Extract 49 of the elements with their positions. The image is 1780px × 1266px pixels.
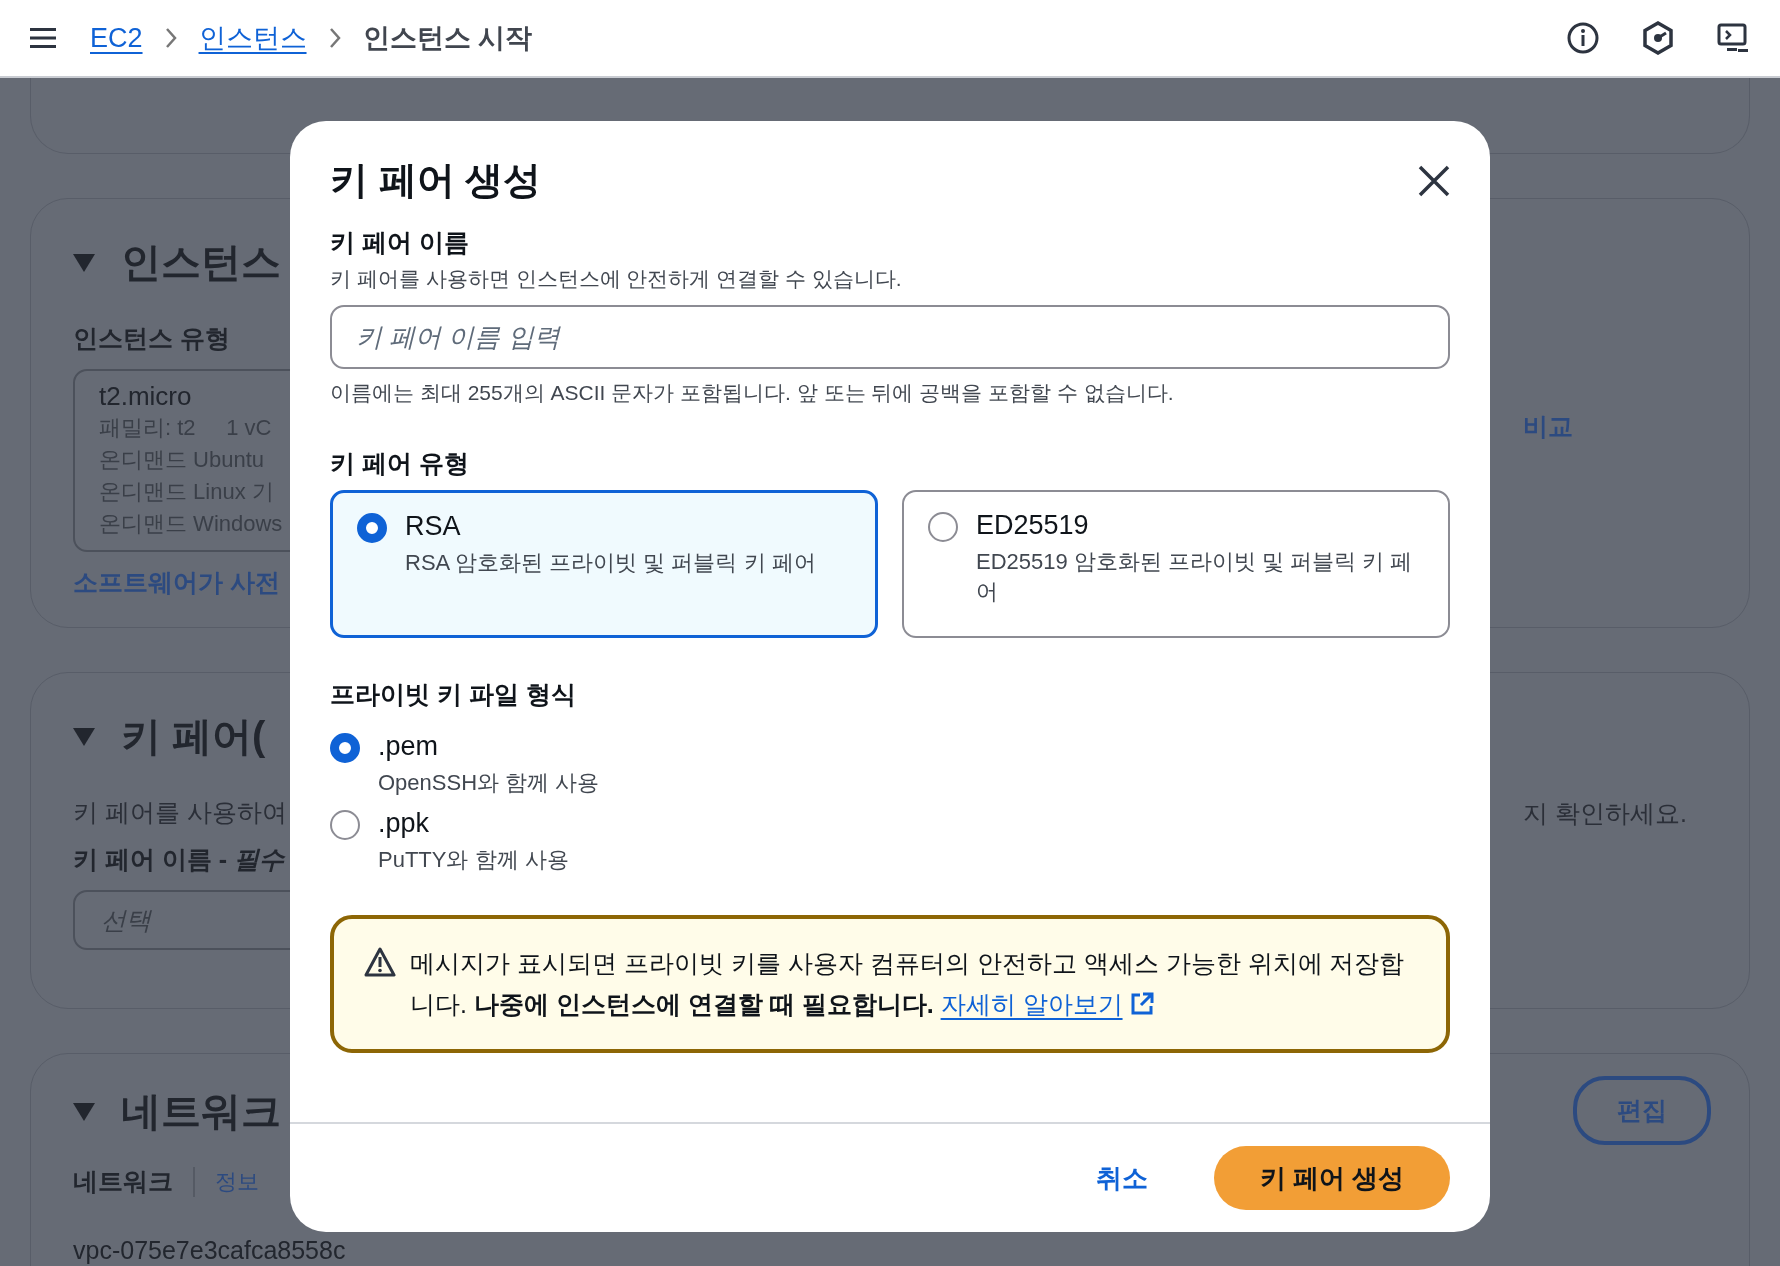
field-label: 키 페어 유형 [330, 448, 469, 479]
warning-message: 메시지가 표시되면 프라이빗 키를 사용자 컴퓨터의 안전하고 액세스 가능한 위치에 저장합니다. 나중에 인스턴스에 연결할 때 필요합니다. 자세히 알아보기 [410, 948, 1406, 1020]
close-icon[interactable] [1418, 164, 1450, 197]
radio-button[interactable] [330, 733, 360, 763]
key-type-option[interactable]: RSA RSA 암호화된 프라이빗 및 퍼블릭 키 페어 [330, 490, 878, 638]
option-label: ED25519 [976, 510, 1089, 541]
field-constraint: 이름에는 최대 255개의 ASCII 문자가 포함됩니다. 앞 또는 뒤에 공백을 포함할 수 없습니다. [330, 380, 1174, 406]
field-label: 키 페어 이름 - 필수 [73, 844, 285, 875]
field-description: 키 페어를 사용하면 인스턴스에 안전하게 연결할 수 있습니다. [330, 266, 902, 292]
chevron-right-icon [328, 27, 341, 49]
modal-title: 키 페어 생성 [330, 158, 542, 203]
key-type-option[interactable]: ED25519 ED25519 암호화된 프라이빗 및 퍼블릭 키 페어 [902, 490, 1450, 638]
option-label: .ppk [378, 808, 430, 839]
learn-more-link[interactable]: 자세히 알아보기 [940, 990, 1155, 1018]
radio-button[interactable] [928, 512, 958, 542]
cancel-button[interactable]: 취소 [1089, 1159, 1154, 1197]
warning-icon [364, 947, 396, 977]
chevron-right-icon [164, 27, 177, 49]
section-title: 키 페어( [121, 713, 266, 760]
option-description: OpenSSH와 함께 사용 [378, 769, 600, 797]
caret-down-icon[interactable] [73, 1102, 95, 1121]
caret-down-icon[interactable] [73, 253, 95, 272]
field-label: 키 페어 이름 [330, 227, 469, 258]
caret-down-icon[interactable] [73, 727, 95, 746]
hexagon-icon[interactable] [1642, 21, 1674, 55]
radio-button[interactable] [330, 810, 360, 840]
create-key-pair-button[interactable]: 키 페어 생성 [1213, 1146, 1450, 1210]
radio-button[interactable] [357, 513, 387, 543]
section-title: 인스턴스 [121, 239, 281, 286]
vpc-value: vpc-075e7e3cafca8558c [73, 1236, 346, 1264]
screen-icon[interactable] [1716, 21, 1750, 55]
breadcrumb-link[interactable]: EC2 [90, 22, 143, 54]
field-label: 인스턴스 유형 [73, 323, 230, 354]
key-pair-name-input[interactable]: 키 페어 이름 입력 [330, 305, 1450, 369]
section-title: 네트워크 [121, 1088, 281, 1135]
info-icon[interactable] [1566, 21, 1600, 55]
menu-icon[interactable] [30, 27, 56, 49]
field-label: 프라이빗 키 파일 형식 [330, 679, 576, 710]
instance-type-name: t2.micro [99, 381, 192, 412]
field-label: 네트워크 [73, 1166, 173, 1197]
option-label: .pem [378, 731, 439, 762]
option-description: PuTTY와 함께 사용 [378, 846, 569, 874]
breadcrumb-current: 인스턴스 시작 [362, 22, 533, 55]
option-label: RSA [405, 511, 461, 542]
option-description: RSA 암호화된 프라이빗 및 퍼블릭 키 페어 [405, 549, 816, 577]
section-description: 지 확인하세요. [1523, 798, 1687, 829]
section-description: 키 페어를 사용하여 [73, 797, 287, 828]
option-description: ED25519 암호화된 프라이빗 및 퍼블릭 키 페어 [976, 548, 1414, 606]
breadcrumb-link[interactable]: 인스턴스 [198, 20, 307, 56]
